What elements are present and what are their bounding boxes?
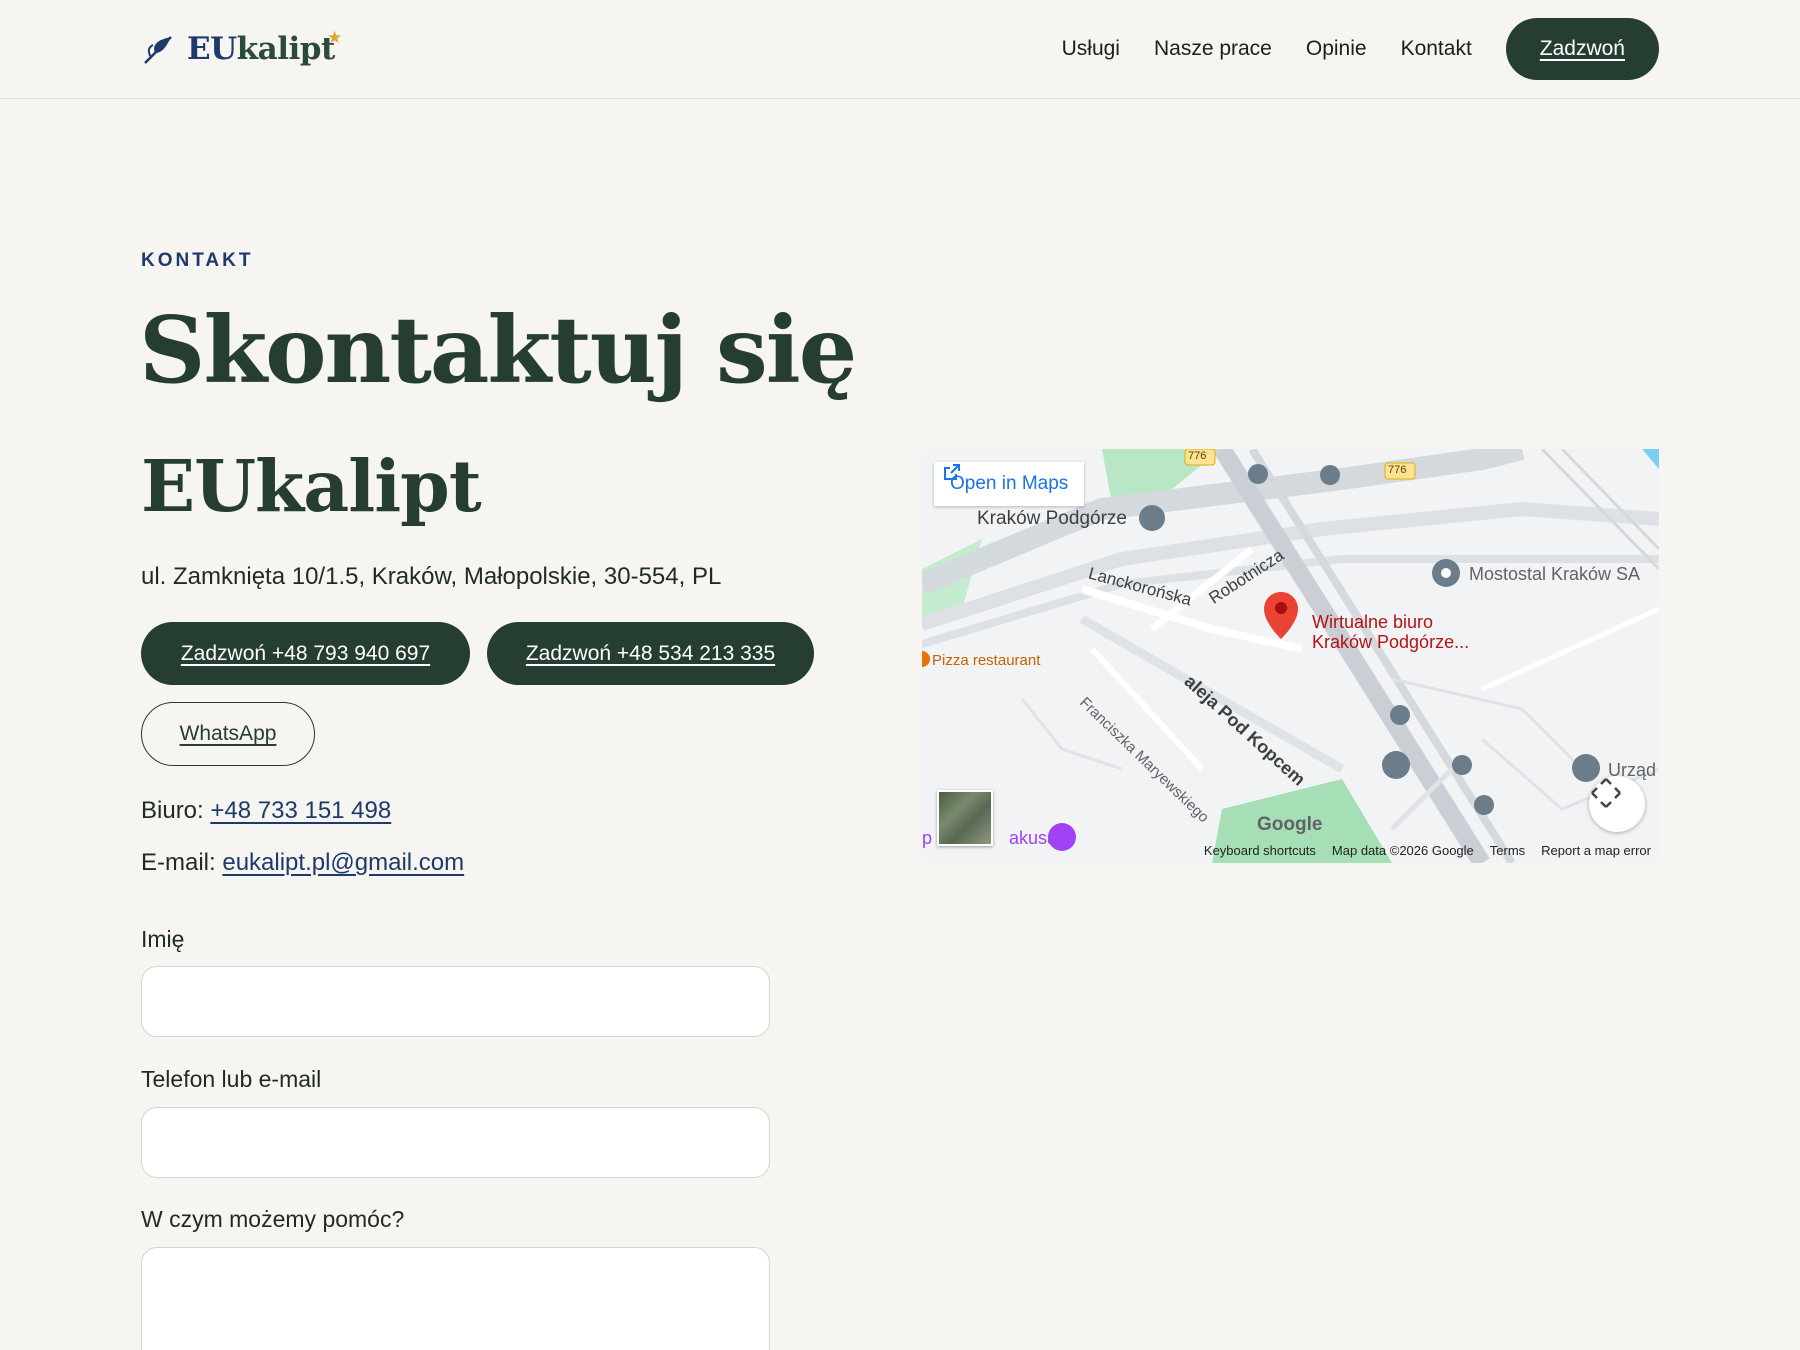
map-label-company: Mostostal Kraków SA [1469, 564, 1641, 584]
logo-text: EUkalipt [187, 31, 335, 67]
main-nav: Usługi Nasze prace Opinie Kontakt Zadzwo… [1062, 18, 1659, 80]
contact-input[interactable] [141, 1107, 770, 1178]
open-in-maps-button[interactable]: Open in Maps [934, 462, 1085, 506]
fullscreen-button[interactable] [1589, 776, 1645, 832]
map-footer: Keyboard shortcuts Map data ©2026 Google… [922, 837, 1659, 863]
name-input[interactable] [141, 966, 770, 1037]
logo-link[interactable]: EUkalipt ★ [141, 24, 342, 74]
office-phone-link[interactable]: +48 733 151 498 [210, 797, 391, 824]
map-label-station: Kraków Podgórze [977, 508, 1127, 529]
nav-item-uslugi[interactable]: Usługi [1062, 37, 1120, 61]
map-label-pin-line2: Kraków Podgórze... [1312, 632, 1470, 652]
map-terms-link[interactable]: Terms [1490, 843, 1525, 858]
nav-item-opinie[interactable]: Opinie [1306, 37, 1367, 61]
email-line: E-mail: eukalipt.pl@gmail.com [141, 849, 464, 877]
email-label: E-mail: [141, 849, 216, 876]
page-title: Skontaktuj się [139, 296, 857, 404]
location-map[interactable]: Open in Maps Kraków Podgórze Lanckorońsk… [922, 449, 1659, 863]
open-in-maps-label: Open in Maps [950, 473, 1069, 494]
map-road-shield-b: 776 [1388, 464, 1407, 476]
map-road-shield-a: 776 [1188, 450, 1207, 462]
external-link-icon [944, 464, 960, 480]
office-phone-line: Biuro: +48 733 151 498 [141, 797, 391, 825]
fullscreen-icon [1591, 778, 1621, 808]
whatsapp-button[interactable]: WhatsApp [141, 702, 315, 766]
header-call-button[interactable]: Zadzwoń [1505, 18, 1659, 80]
site-header: EUkalipt ★ Usługi Nasze prace Opinie Kon… [0, 0, 1800, 99]
address-text: ul. Zamknięta 10/1.5, Kraków, Małopolski… [141, 563, 722, 590]
map-label-pizza: Pizza restaurant [932, 652, 1041, 669]
message-textarea[interactable] [141, 1247, 770, 1350]
office-phone-label: Biuro: [141, 797, 204, 824]
call-button-2[interactable]: Zadzwoń +48 534 213 335 [487, 622, 814, 685]
email-link[interactable]: eukalipt.pl@gmail.com [222, 849, 464, 876]
section-eyebrow: KONTAKT [141, 250, 254, 271]
message-label: W czym możemy pomóc? [141, 1206, 405, 1232]
nav-item-kontakt[interactable]: Kontakt [1401, 37, 1472, 61]
nav-item-nasze-prace[interactable]: Nasze prace [1154, 37, 1272, 61]
map-report-error-link[interactable]: Report a map error [1541, 843, 1651, 858]
name-label: Imię [141, 926, 185, 952]
star-icon: ★ [327, 28, 343, 47]
page-subtitle: EUkalipt [141, 444, 482, 528]
eucalyptus-leaf-icon [144, 36, 172, 64]
google-logo: Google [1257, 814, 1323, 835]
map-label-pin-line1: Wirtualne biuro [1312, 612, 1434, 632]
call-button-1[interactable]: Zadzwoń +48 793 940 697 [141, 622, 470, 685]
map-data-credit: Map data ©2026 Google [1331, 842, 1474, 858]
map-keyboard-shortcuts[interactable]: Keyboard shortcuts [1204, 843, 1316, 858]
contact-label: Telefon lub e-mail [141, 1066, 322, 1092]
